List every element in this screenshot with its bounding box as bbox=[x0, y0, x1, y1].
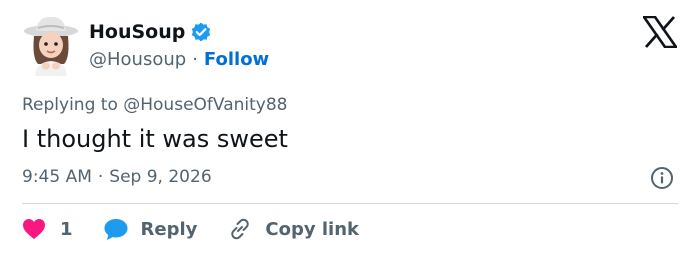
like-button[interactable]: 1 bbox=[22, 218, 73, 240]
x-logo-icon[interactable] bbox=[641, 15, 679, 49]
divider bbox=[22, 203, 678, 204]
avatar[interactable] bbox=[22, 14, 80, 76]
tweet-timestamp[interactable]: 9:45 AM · Sep 9, 2026 bbox=[22, 165, 212, 189]
copy-link-button[interactable]: Copy link bbox=[227, 217, 359, 241]
tweet-time: 9:45 AM bbox=[22, 167, 92, 187]
follow-button[interactable]: Follow bbox=[204, 47, 269, 73]
verified-badge-icon bbox=[190, 21, 212, 43]
reply-label: Reply bbox=[140, 218, 198, 240]
replying-to-mention[interactable]: @HouseOfVanity88 bbox=[123, 95, 287, 115]
reply-button[interactable]: Reply bbox=[103, 217, 198, 241]
author-name-row: HouSoup bbox=[89, 19, 212, 45]
replying-to-line: Replying to @HouseOfVanity88 bbox=[22, 93, 287, 117]
tweet-date: Sep 9, 2026 bbox=[109, 167, 212, 187]
timestamp-separator: · bbox=[97, 167, 104, 187]
action-bar: 1 Reply Copy link bbox=[22, 216, 359, 242]
cowgirl-avatar-icon bbox=[24, 16, 78, 76]
author-handle[interactable]: @Housoup bbox=[89, 47, 186, 73]
info-icon[interactable] bbox=[650, 166, 674, 190]
tweet-text: I thought it was sweet bbox=[22, 125, 288, 153]
heart-icon bbox=[22, 218, 46, 240]
copy-link-label: Copy link bbox=[265, 218, 359, 240]
replying-prefix: Replying to bbox=[22, 95, 118, 115]
author-handle-row: @Housoup · Follow bbox=[89, 47, 269, 73]
separator-dot: · bbox=[192, 49, 198, 70]
author-display-name[interactable]: HouSoup bbox=[89, 19, 185, 45]
like-count: 1 bbox=[60, 218, 73, 240]
link-icon bbox=[227, 217, 253, 241]
speech-bubble-icon bbox=[103, 217, 129, 241]
